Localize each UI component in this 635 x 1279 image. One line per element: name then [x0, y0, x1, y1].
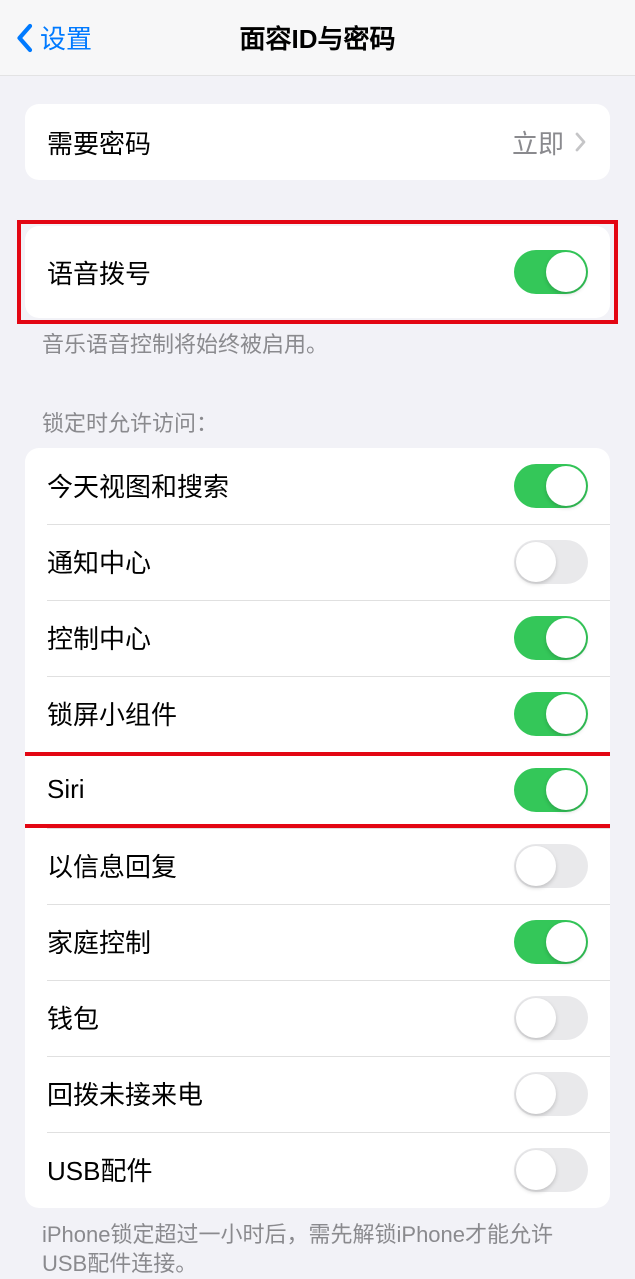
locked-item-toggle[interactable] — [514, 464, 588, 508]
page-title: 面容ID与密码 — [0, 19, 635, 56]
locked-access-header: 锁定时允许访问： — [42, 406, 593, 438]
locked-item-row: 钱包 — [25, 980, 610, 1056]
locked-item-label: 家庭控制 — [47, 923, 514, 960]
locked-item-row: 通知中心 — [25, 524, 610, 600]
require-passcode-value: 立即 — [512, 124, 564, 161]
voice-dial-footer: 音乐语音控制将始终被启用。 — [42, 330, 593, 360]
locked-item-row: Siri — [25, 752, 610, 828]
locked-item-label: Siri — [47, 774, 514, 805]
locked-item-label: 钱包 — [47, 999, 514, 1036]
locked-item-toggle[interactable] — [514, 692, 588, 736]
locked-item-row: USB配件 — [25, 1132, 610, 1208]
locked-item-toggle[interactable] — [514, 1148, 588, 1192]
locked-item-row: 锁屏小组件 — [25, 676, 610, 752]
nav-bar: 设置 面容ID与密码 — [0, 0, 635, 76]
locked-item-row: 控制中心 — [25, 600, 610, 676]
chevron-left-icon — [14, 22, 34, 54]
locked-item-row: 家庭控制 — [25, 904, 610, 980]
require-passcode-group: 需要密码 立即 — [25, 104, 610, 180]
require-passcode-label: 需要密码 — [47, 124, 512, 161]
locked-item-toggle[interactable] — [514, 540, 588, 584]
locked-item-toggle[interactable] — [514, 920, 588, 964]
require-passcode-row[interactable]: 需要密码 立即 — [25, 104, 610, 180]
back-label: 设置 — [40, 19, 92, 56]
locked-item-row: 以信息回复 — [25, 828, 610, 904]
voice-dial-toggle[interactable] — [514, 250, 588, 294]
voice-dial-group: 语音拨号 — [25, 226, 610, 318]
locked-item-label: 今天视图和搜索 — [47, 467, 514, 504]
locked-item-label: USB配件 — [47, 1151, 514, 1188]
locked-item-label: 锁屏小组件 — [47, 695, 514, 732]
locked-item-toggle[interactable] — [514, 768, 588, 812]
voice-dial-label: 语音拨号 — [47, 254, 514, 291]
locked-item-row: 回拨未接来电 — [25, 1056, 610, 1132]
chevron-right-icon — [574, 130, 588, 154]
locked-item-label: 控制中心 — [47, 619, 514, 656]
locked-access-group: 今天视图和搜索通知中心控制中心锁屏小组件 Siri 以信息回复家庭控制钱包回拨未接来… — [25, 448, 610, 1208]
locked-item-toggle[interactable] — [514, 1072, 588, 1116]
locked-item-toggle[interactable] — [514, 844, 588, 888]
locked-item-row: 今天视图和搜索 — [25, 448, 610, 524]
locked-item-toggle[interactable] — [514, 996, 588, 1040]
locked-item-toggle[interactable] — [514, 616, 588, 660]
locked-item-label: 回拨未接来电 — [47, 1075, 514, 1112]
usb-footer: iPhone锁定超过一小时后，需先解锁iPhone才能允许USB配件连接。 — [42, 1220, 593, 1279]
back-button[interactable]: 设置 — [0, 19, 92, 56]
voice-dial-row: 语音拨号 — [25, 226, 610, 318]
locked-item-label: 以信息回复 — [47, 847, 514, 884]
locked-item-label: 通知中心 — [47, 543, 514, 580]
